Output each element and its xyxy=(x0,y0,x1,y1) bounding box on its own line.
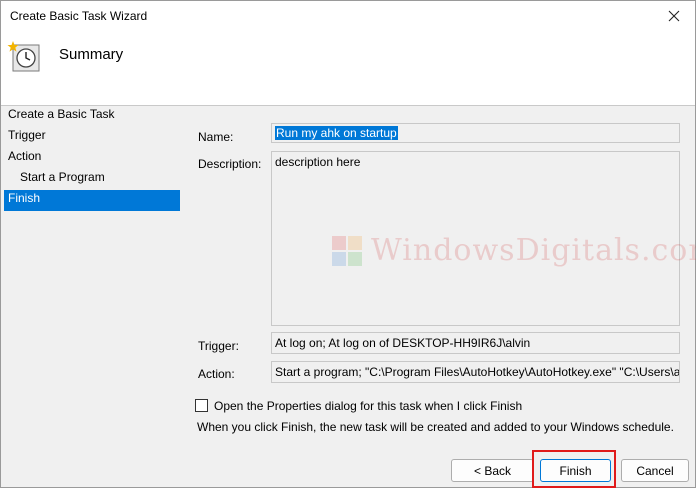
step-trigger[interactable]: Trigger xyxy=(4,127,180,148)
finish-info-text: When you click Finish, the new task will… xyxy=(197,420,674,434)
description-label: Description: xyxy=(198,157,262,171)
wizard-window: Create Basic Task Wizard Summary Create … xyxy=(0,0,696,488)
watermark: WindowsDigitals.com xyxy=(331,233,696,268)
windows-logo-icon xyxy=(332,235,362,266)
close-icon xyxy=(668,10,680,22)
close-button[interactable] xyxy=(663,5,685,27)
action-field[interactable]: Start a program; "C:\Program Files\AutoH… xyxy=(271,361,680,383)
open-properties-label[interactable]: Open the Properties dialog for this task… xyxy=(214,399,522,413)
cancel-button[interactable]: Cancel xyxy=(621,459,689,482)
step-create-basic-task[interactable]: Create a Basic Task xyxy=(4,106,180,127)
finish-highlight-box xyxy=(532,450,616,488)
wizard-header: Summary xyxy=(1,31,695,106)
trigger-field[interactable]: At log on; At log on of DESKTOP-HH9IR6J\… xyxy=(271,332,680,354)
name-value: Run my ahk on startup xyxy=(275,126,398,140)
action-value: Start a program; "C:\Program Files\AutoH… xyxy=(275,365,680,379)
description-value: description here xyxy=(275,155,361,169)
action-label: Action: xyxy=(198,367,235,381)
window-title: Create Basic Task Wizard xyxy=(10,9,148,23)
step-action[interactable]: Action xyxy=(4,148,180,169)
open-properties-checkbox[interactable] xyxy=(195,399,208,412)
trigger-label: Trigger: xyxy=(198,339,239,353)
step-finish[interactable]: Finish xyxy=(4,190,180,211)
title-bar: Create Basic Task Wizard xyxy=(1,1,695,31)
wizard-steps: Create a Basic Task Trigger Action Start… xyxy=(4,106,180,211)
watermark-text: WindowsDigitals.com xyxy=(371,233,696,268)
name-label: Name: xyxy=(198,130,234,144)
back-button[interactable]: < Back xyxy=(451,459,534,482)
trigger-value: At log on; At log on of DESKTOP-HH9IR6J\… xyxy=(275,336,531,350)
page-title: Summary xyxy=(59,46,124,63)
step-start-a-program[interactable]: Start a Program xyxy=(4,169,180,190)
clock-icon xyxy=(7,41,40,72)
name-field[interactable]: Run my ahk on startup xyxy=(271,123,680,143)
